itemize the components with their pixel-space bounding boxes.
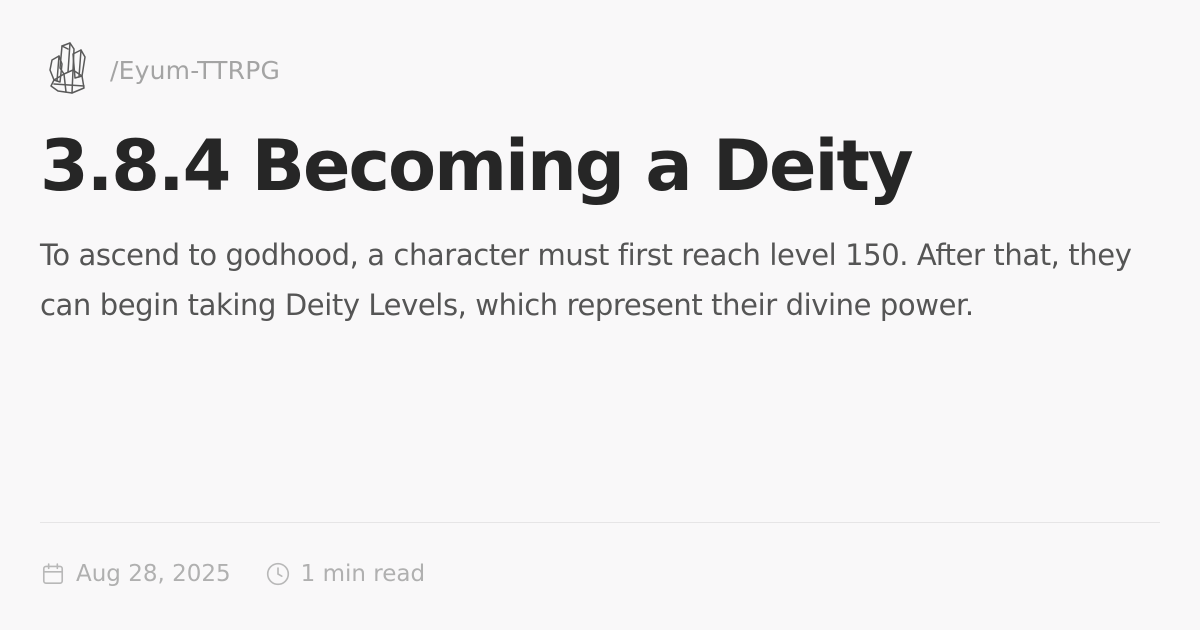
read-time-text: 1 min read [300, 561, 426, 587]
page-description: To ascend to godhood, a character must f… [40, 238, 1132, 322]
crystal-cluster-icon[interactable] [40, 40, 96, 100]
calendar-icon [42, 563, 64, 585]
site-header: /Eyum-TTRPG [40, 40, 280, 100]
clock-icon [266, 562, 289, 586]
site-path-link[interactable]: /Eyum-TTRPG [110, 56, 280, 85]
divider [40, 522, 1160, 523]
meta-row: Aug 28, 2025 1 min read [40, 556, 425, 592]
publish-date-text: Aug 28, 2025 [76, 561, 231, 587]
publish-date: Aug 28, 2025 [40, 561, 231, 587]
page-title: 3.8.4 Becoming a Deity [40, 125, 914, 207]
read-time: 1 min read [265, 561, 425, 587]
